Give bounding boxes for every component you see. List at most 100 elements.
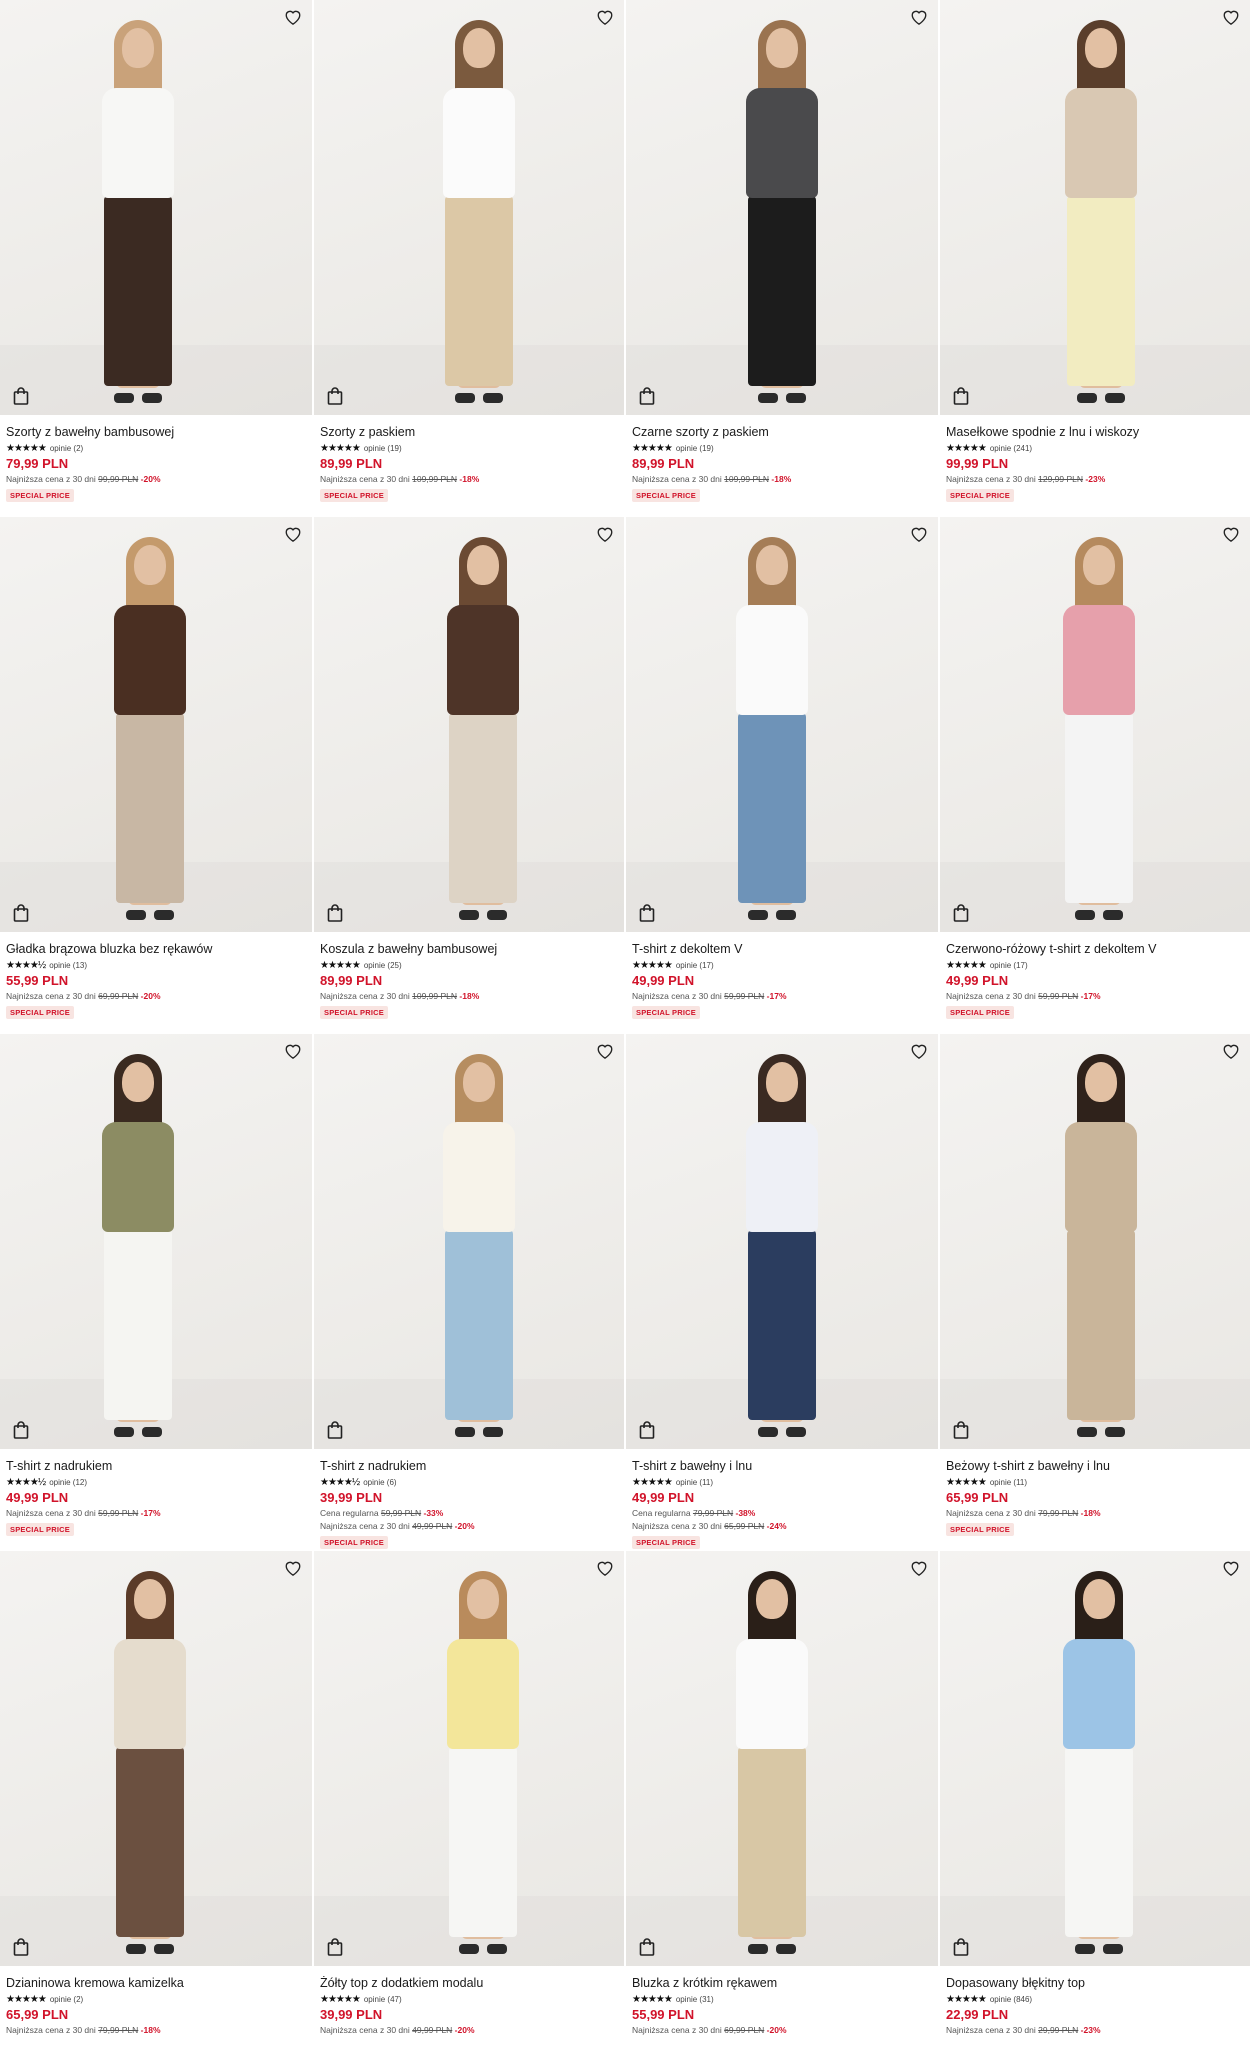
shopping-bag-icon[interactable]: [950, 902, 972, 924]
shopping-bag-icon[interactable]: [10, 1936, 32, 1958]
product-name[interactable]: Czerwono-różowy t-shirt z dekoltem V: [946, 942, 1244, 957]
price-history-line: Najniższa cena z 30 dni 79,99 PLN -18%: [6, 2025, 306, 2036]
heart-outline-icon[interactable]: [908, 523, 930, 545]
product-name[interactable]: T-shirt z dekoltem V: [632, 942, 932, 957]
product-card[interactable]: Koszula z bawełny bambusowej ★★★★★ opini…: [314, 517, 624, 1034]
product-name[interactable]: Dopasowany błękitny top: [946, 1976, 1244, 1991]
product-price: 49,99 PLN: [632, 1490, 695, 1505]
heart-outline-icon[interactable]: [908, 1040, 930, 1062]
product-card[interactable]: Żółty top z dodatkiem modalu ★★★★★ opini…: [314, 1551, 624, 2059]
heart-outline-icon[interactable]: [594, 523, 616, 545]
product-name[interactable]: Bluzka z krótkim rękawem: [632, 1976, 932, 1991]
shopping-bag-icon[interactable]: [950, 385, 972, 407]
product-card[interactable]: Czarne szorty z paskiem ★★★★★ opinie (19…: [626, 0, 938, 517]
product-image[interactable]: [0, 0, 312, 415]
product-card[interactable]: T-shirt z bawełny i lnu ★★★★★ opinie (11…: [626, 1034, 938, 1551]
model-head: [463, 1062, 495, 1102]
product-image[interactable]: [0, 1034, 312, 1449]
model-shoe-right: [142, 1427, 162, 1437]
product-card[interactable]: Bluzka z krótkim rękawem ★★★★★ opinie (3…: [626, 1551, 938, 2059]
shopping-bag-icon[interactable]: [636, 1419, 658, 1441]
heart-outline-icon[interactable]: [282, 1557, 304, 1579]
product-image[interactable]: [0, 517, 312, 932]
product-image[interactable]: [0, 1551, 312, 1966]
model-shoe-right: [154, 910, 174, 920]
shopping-bag-icon[interactable]: [636, 902, 658, 924]
product-name[interactable]: Szorty z bawełny bambusowej: [6, 425, 306, 440]
product-image[interactable]: [314, 1034, 624, 1449]
shopping-bag-icon[interactable]: [324, 1936, 346, 1958]
product-name[interactable]: Dzianinowa kremowa kamizelka: [6, 1976, 306, 1991]
product-card[interactable]: Gładka brązowa bluzka bez rękawów ★★★★½ …: [0, 517, 312, 1034]
heart-outline-icon[interactable]: [1220, 1557, 1242, 1579]
heart-outline-icon[interactable]: [282, 523, 304, 545]
product-image[interactable]: [314, 0, 624, 415]
model-shoe-right: [1103, 910, 1123, 920]
model-shoe-left: [455, 1427, 475, 1437]
product-image[interactable]: [626, 1551, 938, 1966]
product-name[interactable]: T-shirt z nadrukiem: [320, 1459, 618, 1474]
price-history: Najniższa cena z 30 dni 59,99 PLN -17%: [632, 991, 932, 1002]
shopping-bag-icon[interactable]: [324, 1419, 346, 1441]
heart-outline-icon[interactable]: [1220, 1040, 1242, 1062]
product-image[interactable]: [940, 517, 1250, 932]
shopping-bag-icon[interactable]: [324, 385, 346, 407]
product-image[interactable]: [940, 1034, 1250, 1449]
model-figure: [712, 535, 832, 920]
shopping-bag-icon[interactable]: [636, 385, 658, 407]
product-name[interactable]: Szorty z paskiem: [320, 425, 618, 440]
product-rating: ★★★★★ opinie (241): [946, 442, 1244, 454]
product-image[interactable]: [626, 0, 938, 415]
product-card[interactable]: T-shirt z nadrukiem ★★★★½ opinie (6) 39,…: [314, 1034, 624, 1551]
product-card[interactable]: Dzianinowa kremowa kamizelka ★★★★★ opini…: [0, 1551, 312, 2059]
heart-outline-icon[interactable]: [594, 1557, 616, 1579]
product-image[interactable]: [314, 1551, 624, 1966]
product-info: Dzianinowa kremowa kamizelka ★★★★★ opini…: [0, 1966, 312, 2036]
product-name[interactable]: Koszula z bawełny bambusowej: [320, 942, 618, 957]
product-image[interactable]: [626, 1034, 938, 1449]
shopping-bag-icon[interactable]: [10, 385, 32, 407]
shopping-bag-icon[interactable]: [636, 1936, 658, 1958]
price-history-line: Najniższa cena z 30 dni 49,99 PLN -20%: [320, 1521, 618, 1532]
shopping-bag-icon[interactable]: [950, 1419, 972, 1441]
heart-outline-icon[interactable]: [282, 1040, 304, 1062]
model-head: [467, 545, 499, 585]
product-name[interactable]: Gładka brązowa bluzka bez rękawów: [6, 942, 306, 957]
old-price: 109,99 PLN: [724, 474, 770, 484]
old-price: 79,99 PLN: [1038, 1508, 1079, 1518]
product-name[interactable]: Czarne szorty z paskiem: [632, 425, 932, 440]
product-card[interactable]: Szorty z bawełny bambusowej ★★★★★ opinie…: [0, 0, 312, 517]
product-image[interactable]: [940, 0, 1250, 415]
shopping-bag-icon[interactable]: [324, 902, 346, 924]
heart-outline-icon[interactable]: [594, 1040, 616, 1062]
product-card[interactable]: T-shirt z dekoltem V ★★★★★ opinie (17) 4…: [626, 517, 938, 1034]
product-card[interactable]: Beżowy t-shirt z bawełny i lnu ★★★★★ opi…: [940, 1034, 1250, 1551]
product-image[interactable]: [626, 517, 938, 932]
product-name[interactable]: Beżowy t-shirt z bawełny i lnu: [946, 1459, 1244, 1474]
price-history-line: Najniższa cena z 30 dni 109,99 PLN -18%: [632, 474, 932, 485]
product-card[interactable]: Masełkowe spodnie z lnu i wiskozy ★★★★★ …: [940, 0, 1250, 517]
product-image[interactable]: [314, 517, 624, 932]
heart-outline-icon[interactable]: [1220, 6, 1242, 28]
price-history-line: Cena regularna 79,99 PLN -38%: [632, 1508, 932, 1519]
product-name[interactable]: Masełkowe spodnie z lnu i wiskozy: [946, 425, 1244, 440]
shopping-bag-icon[interactable]: [10, 902, 32, 924]
price-history-line: Najniższa cena z 30 dni 49,99 PLN -20%: [320, 2025, 618, 2036]
heart-outline-icon[interactable]: [908, 1557, 930, 1579]
shopping-bag-icon[interactable]: [950, 1936, 972, 1958]
product-name[interactable]: Żółty top z dodatkiem modalu: [320, 1976, 618, 1991]
product-name[interactable]: T-shirt z bawełny i lnu: [632, 1459, 932, 1474]
product-name[interactable]: T-shirt z nadrukiem: [6, 1459, 306, 1474]
heart-outline-icon[interactable]: [594, 6, 616, 28]
product-card[interactable]: Dopasowany błękitny top ★★★★★ opinie (84…: [940, 1551, 1250, 2059]
product-image[interactable]: [940, 1551, 1250, 1966]
heart-outline-icon[interactable]: [282, 6, 304, 28]
heart-outline-icon[interactable]: [908, 6, 930, 28]
old-price: 79,99 PLN: [692, 1508, 734, 1518]
heart-outline-icon[interactable]: [1220, 523, 1242, 545]
model-shoe-left: [1075, 1944, 1095, 1954]
product-card[interactable]: Szorty z paskiem ★★★★★ opinie (19) 89,99…: [314, 0, 624, 517]
shopping-bag-icon[interactable]: [10, 1419, 32, 1441]
product-card[interactable]: T-shirt z nadrukiem ★★★★½ opinie (12) 49…: [0, 1034, 312, 1551]
product-card[interactable]: Czerwono-różowy t-shirt z dekoltem V ★★★…: [940, 517, 1250, 1034]
